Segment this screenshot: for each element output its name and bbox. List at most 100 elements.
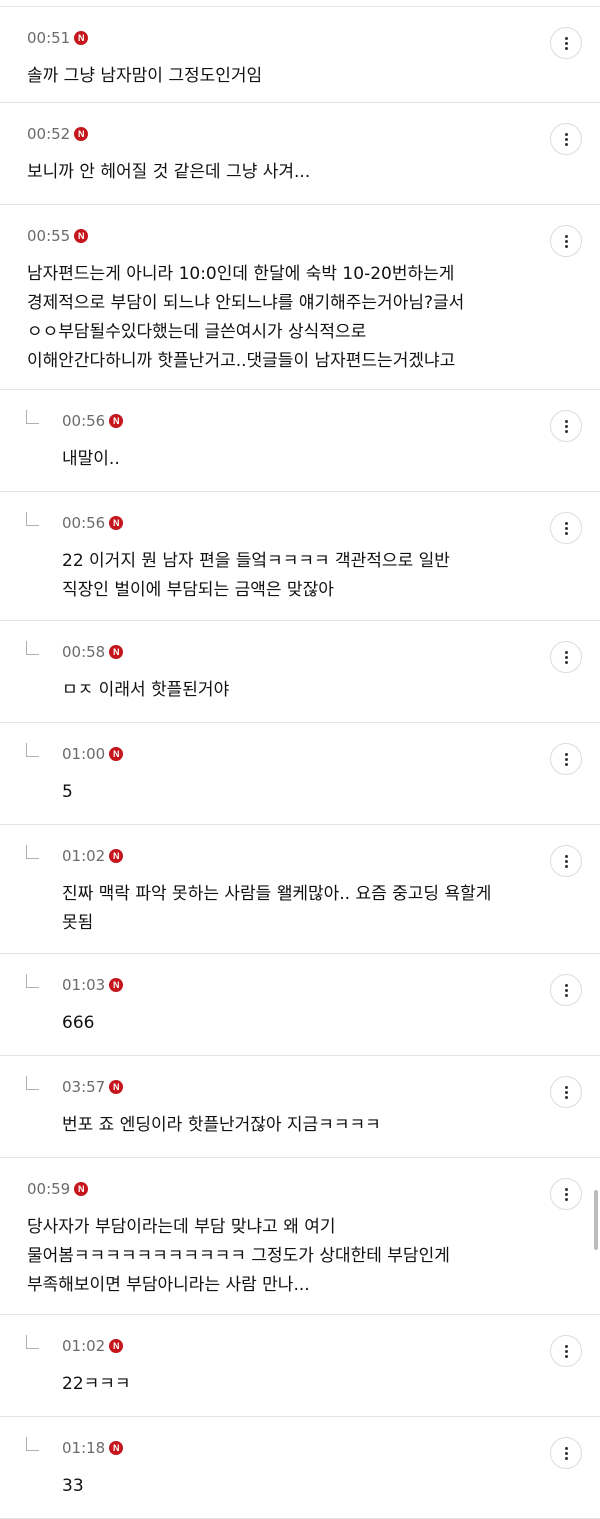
comment-time: 00:56 N (62, 410, 124, 432)
comment-text: 33 (62, 1476, 84, 1496)
reply-item: 00:56 N 22 이거지 뭔 남자 편을 들엌ㅋㅋㅋㅋ 객관적으로 일반 직장인… (0, 492, 600, 621)
comment-item: 00:55 N 남자편드는게 아니라 10:0인데 한달에 숙박 10-20번하는게… (0, 205, 600, 390)
more-vertical-icon (564, 650, 568, 664)
new-badge-icon: N (109, 414, 124, 428)
reply-arrow-icon (26, 845, 39, 859)
timestamp: 01:03 (62, 976, 106, 994)
new-badge-icon: N (109, 978, 124, 992)
more-vertical-icon (564, 521, 568, 535)
comment-time: 01:02 N (62, 1335, 124, 1357)
new-badge-icon: N (109, 747, 124, 761)
more-options-button[interactable] (550, 1437, 582, 1469)
more-vertical-icon (564, 1446, 568, 1460)
reply-item: 01:02 N 진짜 맥락 파악 못하는 사람들 왤케많아.. 요즘 중고딩 욕할게… (0, 825, 600, 954)
comment-time: 00:58 N (62, 641, 124, 663)
more-options-button[interactable] (550, 1178, 582, 1210)
reply-arrow-icon (26, 1335, 39, 1349)
more-vertical-icon (564, 1085, 568, 1099)
comment-time: 01:18 N (62, 1437, 124, 1459)
comment-text: 보니까 안 헤어질 것 같은데 그냥 사겨... (27, 162, 311, 182)
comment-feed: 00:51 N 솔까 그냥 남자맘이 그정도인거임 00:52 N 보니까 안 헤어질 것… (0, 0, 600, 1519)
timestamp: 00:55 (27, 227, 71, 245)
comment-item: 00:59 N 당사자가 부담이라는데 부담 맞냐고 왜 여기 물어봄ㅋㅋㅋㅋㅋㅋㅋ… (0, 1158, 600, 1315)
comment-item: 00:51 N 솔까 그냥 남자맘이 그정도인거임 (0, 7, 600, 103)
comment-text: 내말이.. (62, 449, 120, 469)
more-options-button[interactable] (550, 641, 582, 673)
comment-time: 00:51 N (27, 27, 89, 49)
timestamp: 01:02 (62, 1337, 106, 1355)
more-options-button[interactable] (550, 512, 582, 544)
comment-text: 5 (62, 782, 73, 802)
reply-item: 01:03 N 666 (0, 954, 600, 1056)
more-options-button[interactable] (550, 974, 582, 1006)
new-badge-icon: N (109, 1441, 124, 1455)
new-badge-icon: N (109, 516, 124, 530)
new-badge-icon: N (109, 1080, 124, 1094)
timestamp: 00:52 (27, 125, 71, 143)
comment-text: 666 (62, 1013, 95, 1033)
more-options-button[interactable] (550, 123, 582, 155)
new-badge-icon: N (74, 229, 89, 243)
new-badge-icon: N (109, 645, 124, 659)
more-vertical-icon (564, 36, 568, 50)
reply-arrow-icon (26, 1076, 39, 1090)
more-vertical-icon (564, 132, 568, 146)
timestamp: 00:51 (27, 29, 71, 47)
comment-text: 진짜 맥락 파악 못하는 사람들 왤케많아.. 요즘 중고딩 욕할게 못됨 (62, 884, 492, 933)
comment-time: 01:00 N (62, 743, 124, 765)
more-options-button[interactable] (550, 225, 582, 257)
more-vertical-icon (564, 752, 568, 766)
new-badge-icon: N (74, 1182, 89, 1196)
comment-text: ㅁㅈ 이래서 핫플된거야 (62, 680, 230, 700)
new-badge-icon: N (74, 127, 89, 141)
reply-arrow-icon (26, 743, 39, 757)
timestamp: 00:56 (62, 412, 106, 430)
comment-time: 01:02 N (62, 845, 124, 867)
comment-text: 22ㅋㅋㅋ (62, 1374, 131, 1394)
reply-item: 01:00 N 5 (0, 723, 600, 825)
timestamp: 00:59 (27, 1180, 71, 1198)
more-options-button[interactable] (550, 410, 582, 442)
more-options-button[interactable] (550, 27, 582, 59)
new-badge-icon: N (109, 849, 124, 863)
reply-item: 00:56 N 내말이.. (0, 390, 600, 492)
comment-item: 00:52 N 보니까 안 헤어질 것 같은데 그냥 사겨... (0, 103, 600, 205)
comment-time: 00:52 N (27, 123, 89, 145)
comment-time: 01:03 N (62, 974, 124, 996)
reply-arrow-icon (26, 512, 39, 526)
comment-text: 번포 죠 엔딩이라 핫플난거잖아 지금ㅋㅋㅋㅋ (62, 1115, 381, 1135)
more-vertical-icon (564, 854, 568, 868)
more-options-button[interactable] (550, 1076, 582, 1108)
new-badge-icon: N (109, 1339, 124, 1353)
reply-item: 03:57 N 번포 죠 엔딩이라 핫플난거잖아 지금ㅋㅋㅋㅋ (0, 1056, 600, 1158)
timestamp: 03:57 (62, 1078, 106, 1096)
more-vertical-icon (564, 419, 568, 433)
reply-arrow-icon (26, 410, 39, 424)
comment-time: 00:59 N (27, 1178, 89, 1200)
more-vertical-icon (564, 983, 568, 997)
more-options-button[interactable] (550, 743, 582, 775)
more-vertical-icon (564, 234, 568, 248)
more-options-button[interactable] (550, 1335, 582, 1367)
comment-text: 남자편드는게 아니라 10:0인데 한달에 숙박 10-20번하는게 경제적으로… (27, 264, 465, 371)
timestamp: 00:58 (62, 643, 106, 661)
more-options-button[interactable] (550, 845, 582, 877)
comment-time: 00:55 N (27, 225, 89, 247)
reply-item: 00:58 N ㅁㅈ 이래서 핫플된거야 (0, 621, 600, 723)
timestamp: 01:02 (62, 847, 106, 865)
timestamp: 00:56 (62, 514, 106, 532)
reply-item: 01:18 N 33 (0, 1417, 600, 1519)
comment-text: 당사자가 부담이라는데 부담 맞냐고 왜 여기 물어봄ㅋㅋㅋㅋㅋㅋㅋㅋㅋㅋㅋ 그… (27, 1217, 450, 1295)
comment-time: 03:57 N (62, 1076, 124, 1098)
comment-time: 00:56 N (62, 512, 124, 534)
timestamp: 01:18 (62, 1439, 106, 1457)
reply-arrow-icon (26, 641, 39, 655)
comment-text: 22 이거지 뭔 남자 편을 들엌ㅋㅋㅋㅋ 객관적으로 일반 직장인 벌이에 부… (62, 551, 450, 600)
timestamp: 01:00 (62, 745, 106, 763)
comment-text: 솔까 그냥 남자맘이 그정도인거임 (27, 66, 263, 86)
more-vertical-icon (564, 1344, 568, 1358)
scrollbar[interactable] (594, 1190, 598, 1250)
reply-item: 01:02 N 22ㅋㅋㅋ (0, 1315, 600, 1417)
reply-arrow-icon (26, 1437, 39, 1451)
more-vertical-icon (564, 1187, 568, 1201)
